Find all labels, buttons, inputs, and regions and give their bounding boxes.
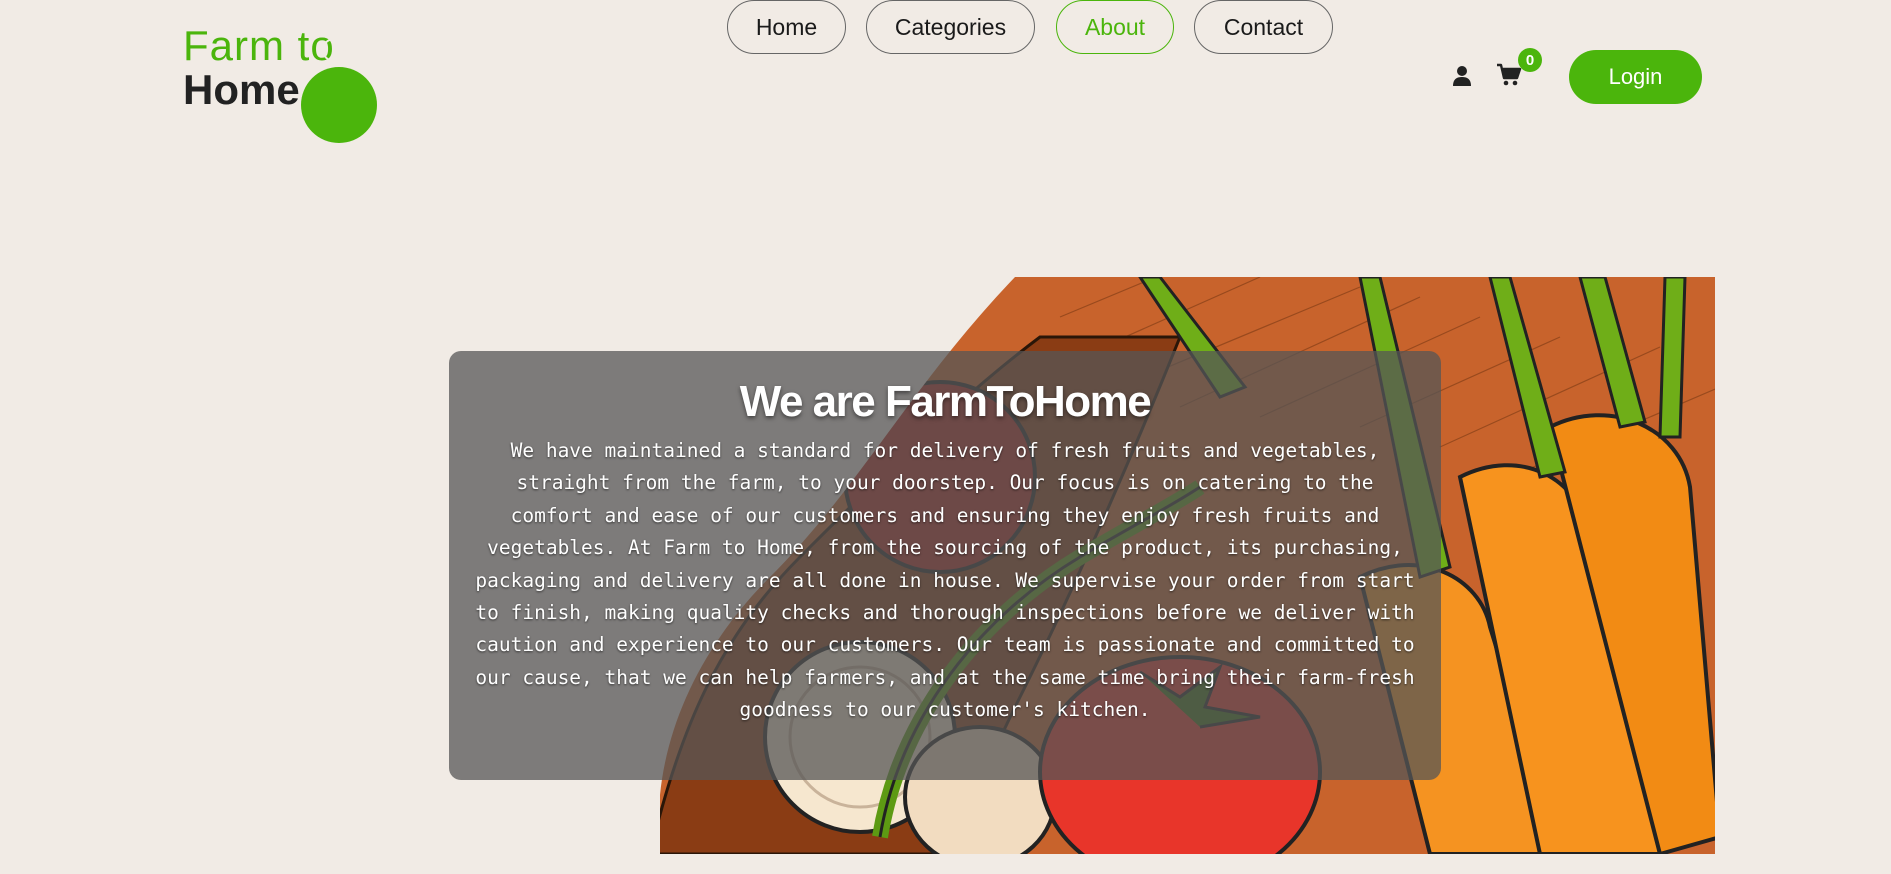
about-card: We are FarmToHome We have maintained a s… bbox=[449, 351, 1441, 780]
nav-contact[interactable]: Contact bbox=[1194, 0, 1333, 54]
cart-count-badge: 0 bbox=[1518, 48, 1542, 72]
logo-ring bbox=[322, 38, 346, 62]
cart-icon[interactable] bbox=[1496, 63, 1522, 87]
nav-about[interactable]: About bbox=[1056, 0, 1174, 54]
about-body: We have maintained a standard for delive… bbox=[475, 439, 1415, 722]
login-button[interactable]: Login bbox=[1569, 50, 1702, 104]
logo[interactable]: Farm to Home bbox=[183, 22, 383, 143]
nav-home[interactable]: Home bbox=[727, 0, 846, 54]
logo-line-1: Farm to bbox=[183, 22, 335, 69]
user-icon[interactable] bbox=[1452, 65, 1472, 87]
logo-line-2: Home bbox=[183, 66, 300, 113]
about-title: We are FarmToHome bbox=[739, 377, 1152, 426]
nav-categories[interactable]: Categories bbox=[866, 0, 1035, 54]
logo-circle bbox=[301, 67, 377, 143]
